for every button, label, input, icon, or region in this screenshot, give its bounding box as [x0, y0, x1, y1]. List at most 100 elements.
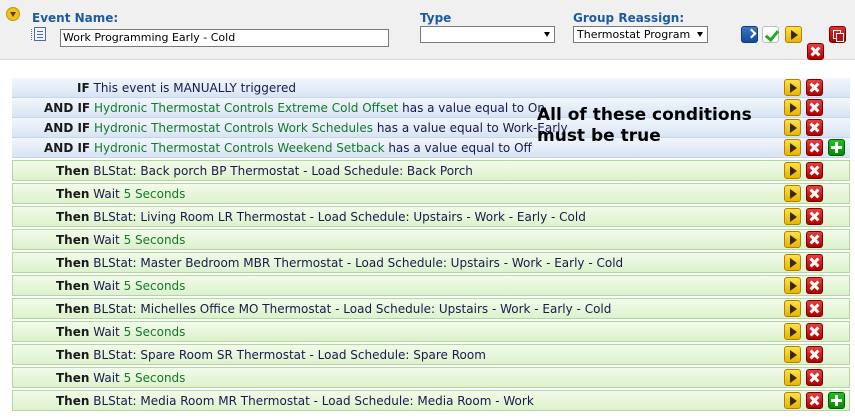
next-arrow-button[interactable]	[741, 26, 758, 43]
action-row[interactable]: Then Wait 5 Seconds	[12, 367, 850, 388]
delete-event-button[interactable]	[807, 43, 824, 60]
event-header: Event Name: Work Programming Early - Col…	[0, 0, 855, 60]
run-row-button[interactable]	[784, 119, 801, 136]
action-keyword: Then	[56, 371, 90, 385]
row-actions	[784, 208, 823, 225]
run-row-button[interactable]	[784, 254, 801, 271]
run-row-button[interactable]	[784, 346, 801, 363]
row-actions	[784, 139, 845, 156]
plain-text: This event is MANUALLY triggered	[93, 81, 296, 95]
run-row-button[interactable]	[784, 208, 801, 225]
condition-row[interactable]: IF This event is MANUALLY triggered	[12, 78, 850, 98]
delete-row-button[interactable]	[806, 119, 823, 136]
type-label: Type	[420, 11, 452, 25]
action-row[interactable]: Then BLStat: Living Room LR Thermostat -…	[12, 206, 850, 227]
run-row-button[interactable]	[784, 277, 801, 294]
run-row-button[interactable]	[784, 79, 801, 96]
run-row-button[interactable]	[784, 369, 801, 386]
linked-value[interactable]: 5 Seconds	[124, 371, 186, 385]
row-actions	[784, 79, 823, 96]
row-actions	[784, 369, 823, 386]
plain-text: BLStat: Media Room MR Thermostat - Load …	[93, 394, 534, 408]
delete-row-button[interactable]	[806, 231, 823, 248]
delete-row-button[interactable]	[806, 277, 823, 294]
linked-value[interactable]: Hydronic Thermostat Controls Extreme Col…	[94, 101, 398, 115]
run-row-button[interactable]	[784, 139, 801, 156]
event-name-label: Event Name:	[32, 11, 119, 25]
action-row[interactable]: Then Wait 5 Seconds	[12, 229, 850, 250]
delete-row-button[interactable]	[806, 346, 823, 363]
delete-row-button[interactable]	[806, 162, 823, 179]
action-row[interactable]: Then Wait 5 Seconds	[12, 321, 850, 342]
delete-row-button[interactable]	[806, 139, 823, 156]
delete-row-button[interactable]	[806, 185, 823, 202]
action-row[interactable]: Then BLStat: Media Room MR Thermostat - …	[12, 390, 850, 411]
plain-text: Wait	[93, 187, 124, 201]
run-row-button[interactable]	[784, 300, 801, 317]
plain-text: has a value equal to	[373, 121, 503, 135]
copy-event-button[interactable]	[829, 26, 846, 43]
action-text: Then BLStat: Spare Room SR Thermostat - …	[56, 348, 486, 362]
delete-row-button[interactable]	[806, 79, 823, 96]
action-row[interactable]: Then BLStat: Michelles Office MO Thermos…	[12, 298, 850, 319]
plain-text: BLStat: Spare Room SR Thermostat - Load …	[93, 348, 486, 362]
plain-text: Wait	[93, 279, 124, 293]
type-select[interactable]	[420, 26, 555, 43]
plain-text: has a value equal to	[384, 141, 515, 155]
action-text: Then BLStat: Back porch BP Thermostat - …	[56, 164, 473, 178]
action-keyword: Then	[56, 279, 90, 293]
row-actions	[784, 185, 823, 202]
run-row-button[interactable]	[784, 323, 801, 340]
run-row-button[interactable]	[784, 162, 801, 179]
linked-value[interactable]: Hydronic Thermostat Controls Weekend Set…	[94, 141, 385, 155]
run-event-button[interactable]	[785, 26, 802, 43]
row-actions	[784, 346, 823, 363]
row-actions	[784, 162, 823, 179]
row-actions	[784, 231, 823, 248]
delete-row-button[interactable]	[806, 369, 823, 386]
plain-text: has a value equal to	[398, 101, 528, 115]
action-text: Then Wait 5 Seconds	[56, 233, 185, 247]
action-row[interactable]: Then BLStat: Spare Room SR Thermostat - …	[12, 344, 850, 365]
plain-text: BLStat: Michelles Office MO Thermostat -…	[93, 302, 612, 316]
condition-text: IF This event is MANUALLY triggered	[77, 81, 296, 95]
action-text: Then BLStat: Media Room MR Thermostat - …	[56, 394, 534, 408]
run-row-button[interactable]	[784, 231, 801, 248]
condition-keyword: AND IF	[44, 141, 91, 155]
delete-row-button[interactable]	[806, 208, 823, 225]
linked-value[interactable]: 5 Seconds	[124, 187, 186, 201]
collapse-icon[interactable]	[6, 7, 20, 21]
row-actions	[784, 254, 823, 271]
linked-value[interactable]: 5 Seconds	[124, 233, 186, 247]
chevron-down-icon	[544, 32, 550, 37]
group-reassign-select[interactable]: Thermostat Program	[573, 26, 708, 43]
linked-value[interactable]: Hydronic Thermostat Controls Work Schedu…	[94, 121, 373, 135]
action-text: Then Wait 5 Seconds	[56, 325, 185, 339]
group-reassign-value: Thermostat Program	[577, 28, 691, 41]
row-actions	[784, 300, 823, 317]
run-row-button[interactable]	[784, 185, 801, 202]
linked-value[interactable]: 5 Seconds	[124, 325, 186, 339]
event-name-input[interactable]: Work Programming Early - Cold	[60, 29, 389, 47]
document-icon	[31, 27, 46, 41]
action-row[interactable]: Then BLStat: Master Bedroom MBR Thermost…	[12, 252, 850, 273]
action-row[interactable]: Then Wait 5 Seconds	[12, 275, 850, 296]
action-text: Then Wait 5 Seconds	[56, 371, 185, 385]
delete-row-button[interactable]	[806, 99, 823, 116]
delete-row-button[interactable]	[806, 323, 823, 340]
run-row-button[interactable]	[784, 392, 801, 409]
action-text: Then BLStat: Michelles Office MO Thermos…	[56, 302, 611, 316]
action-row[interactable]: Then BLStat: Back porch BP Thermostat - …	[12, 160, 850, 181]
condition-text: AND IF Hydronic Thermostat Controls Work…	[44, 121, 568, 135]
delete-row-button[interactable]	[806, 392, 823, 409]
linked-value[interactable]: 5 Seconds	[124, 279, 186, 293]
add-row-button[interactable]	[828, 392, 845, 409]
delete-row-button[interactable]	[806, 254, 823, 271]
plain-text: BLStat: Back porch BP Thermostat - Load …	[93, 164, 473, 178]
delete-row-button[interactable]	[806, 300, 823, 317]
run-row-button[interactable]	[784, 99, 801, 116]
save-check-button[interactable]	[762, 26, 779, 43]
row-actions	[784, 323, 823, 340]
action-row[interactable]: Then Wait 5 Seconds	[12, 183, 850, 204]
add-row-button[interactable]	[828, 139, 845, 156]
